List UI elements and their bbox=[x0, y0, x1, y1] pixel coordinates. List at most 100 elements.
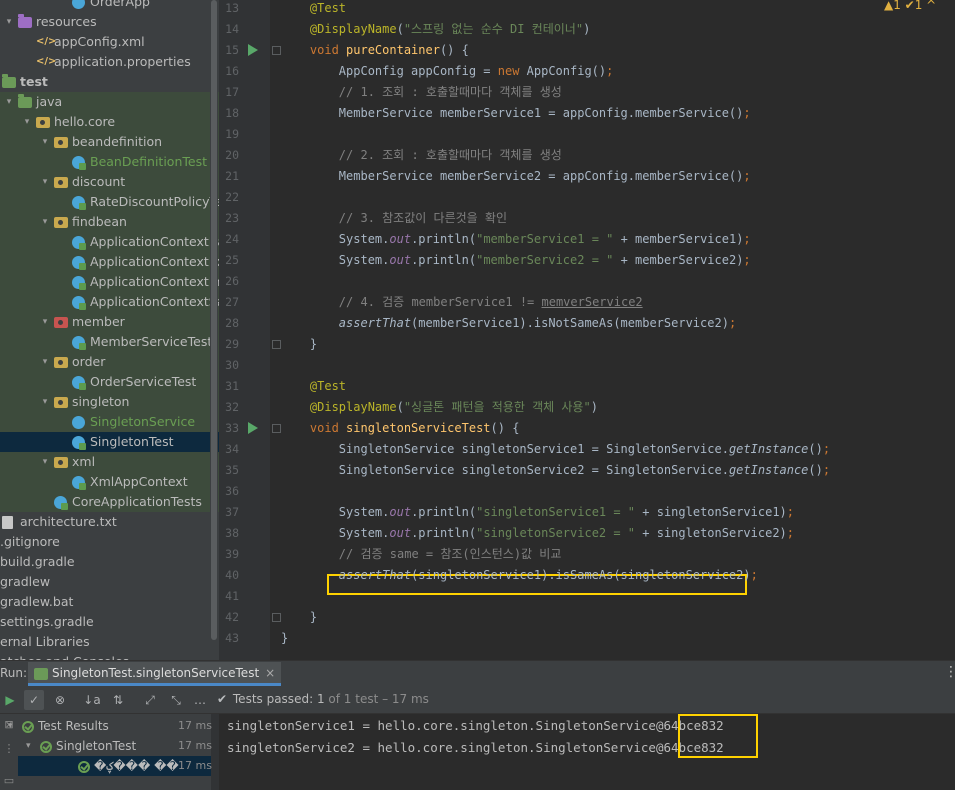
code-line: @Test bbox=[281, 376, 346, 397]
inspection-indicator[interactable]: ▲1 ✔1 ^ bbox=[884, 0, 936, 12]
tree-item[interactable]: SingletonTest bbox=[0, 432, 219, 452]
tree-item[interactable]: ▾ java bbox=[0, 92, 219, 112]
tree-item[interactable]: ▾ findbean bbox=[0, 212, 219, 232]
line-number: 21 bbox=[225, 169, 239, 183]
tree-item[interactable]: OrderApp bbox=[0, 0, 219, 12]
tree-item-label: SingletonService bbox=[90, 414, 196, 429]
tree-item[interactable]: ApplicationContextSame bbox=[0, 292, 219, 312]
panel-divider[interactable] bbox=[211, 714, 219, 790]
tree-item[interactable]: SingletonService bbox=[0, 412, 219, 432]
tree-item-label: gradlew.bat bbox=[0, 594, 74, 609]
more-icon[interactable]: … bbox=[190, 690, 210, 710]
print-icon[interactable]: ▭ bbox=[2, 774, 16, 788]
sort-alphabetically-icon[interactable]: ↓a bbox=[82, 690, 102, 710]
tree-item[interactable]: ernal Libraries bbox=[0, 632, 219, 652]
tree-item[interactable]: settings.gradle bbox=[0, 612, 219, 632]
code-token: // 4. 검증 memberService1 != bbox=[281, 295, 542, 309]
show-passed-icon[interactable]: ✓ bbox=[24, 690, 44, 710]
fold-icon[interactable] bbox=[272, 424, 281, 433]
passed-icon bbox=[40, 740, 52, 753]
test-class-icon bbox=[72, 436, 86, 450]
chevron-down-icon[interactable]: ▾ bbox=[22, 112, 32, 132]
line-number: 34 bbox=[225, 442, 239, 456]
tree-item[interactable]: .gitignore bbox=[0, 532, 219, 552]
rerun-icon[interactable]: ▶ bbox=[0, 690, 20, 710]
tree-item[interactable]: ▾ resources bbox=[0, 12, 219, 32]
tree-item[interactable]: gradlew.bat bbox=[0, 592, 219, 612]
chevron-down-icon[interactable]: ▾ bbox=[40, 352, 50, 372]
tree-item[interactable]: ▾ beandefinition bbox=[0, 132, 219, 152]
code-token: ; bbox=[606, 64, 614, 78]
fold-icon[interactable] bbox=[272, 613, 281, 622]
tree-item[interactable]: ▾ discount bbox=[0, 172, 219, 192]
fold-icon[interactable] bbox=[272, 46, 281, 55]
sort-by-duration-icon[interactable]: ⇅ bbox=[108, 690, 128, 710]
code-token: void bbox=[281, 421, 347, 435]
chevron-down-icon[interactable]: ▾ bbox=[4, 12, 14, 32]
tree-item[interactable]: gradlew bbox=[0, 572, 219, 592]
run-tab[interactable]: SingletonTest.singletonServiceTest × bbox=[28, 662, 282, 686]
code-line: void pureContainer() { bbox=[281, 40, 469, 61]
tree-item[interactable]: ▾ order bbox=[0, 352, 219, 372]
tree-item[interactable]: ApplicationContextInfoT bbox=[0, 272, 219, 292]
tree-item[interactable]: BeanDefinitionTest bbox=[0, 152, 219, 172]
tree-item[interactable]: RateDiscountPolicyTest bbox=[0, 192, 219, 212]
tree-item[interactable]: </> appConfig.xml bbox=[0, 32, 219, 52]
test-class-icon bbox=[54, 496, 68, 510]
test-result-label: Test Results bbox=[38, 719, 109, 733]
code-token: System. bbox=[281, 232, 390, 246]
pin-icon[interactable]: ⋮ bbox=[2, 742, 16, 756]
run-test-icon[interactable] bbox=[248, 422, 258, 434]
more-options-icon[interactable]: ⋮ bbox=[944, 664, 955, 680]
test-result-item[interactable]: Test Results bbox=[22, 716, 109, 736]
tree-item[interactable]: OrderServiceTest bbox=[0, 372, 219, 392]
chevron-down-icon[interactable]: ▾ bbox=[40, 312, 50, 332]
collapse-all-icon[interactable]: ⤡ bbox=[166, 690, 186, 710]
line-number: 37 bbox=[225, 505, 239, 519]
chevron-down-icon[interactable]: ▾ bbox=[40, 392, 50, 412]
show-ignored-icon[interactable]: ⊗ bbox=[50, 690, 70, 710]
chevron-down-icon[interactable]: ▾ bbox=[4, 92, 14, 112]
expand-all-icon[interactable]: ⤢ bbox=[140, 690, 160, 710]
tree-item[interactable]: MemberServiceTest bbox=[0, 332, 219, 352]
test-result-item[interactable]: SingletonTest bbox=[40, 736, 136, 756]
chevron-down-icon[interactable]: ▾ bbox=[8, 716, 13, 736]
close-icon[interactable]: × bbox=[265, 666, 275, 680]
test-duration: 17 ms bbox=[178, 719, 212, 732]
run-tab-title: SingletonTest.singletonServiceTest bbox=[52, 666, 260, 680]
test-result-item[interactable]: �ؼ��� �� bbox=[78, 756, 179, 776]
tree-item[interactable]: ▾ hello.core bbox=[0, 112, 219, 132]
code-line: // 4. 검증 memberService1 != memverService… bbox=[281, 292, 643, 313]
line-number: 29 bbox=[225, 337, 239, 351]
tree-item[interactable]: ▾test bbox=[0, 72, 219, 92]
tree-item[interactable]: atches and Consoles bbox=[0, 652, 219, 660]
line-number: 14 bbox=[225, 22, 239, 36]
code-token: } bbox=[281, 337, 318, 351]
tree-item[interactable]: architecture.txt bbox=[0, 512, 219, 532]
tree-item[interactable]: ApplicationContextExten bbox=[0, 252, 219, 272]
tree-item[interactable]: build.gradle bbox=[0, 552, 219, 572]
chevron-down-icon[interactable]: ▾ bbox=[40, 132, 50, 152]
run-test-icon[interactable] bbox=[248, 44, 258, 56]
code-line: // 2. 조회 : 호출할때마다 객체를 생성 bbox=[281, 145, 562, 166]
code-token: "memberService2 = " bbox=[476, 253, 614, 267]
chevron-down-icon[interactable]: ▾ bbox=[40, 452, 50, 472]
code-token: ; bbox=[743, 232, 751, 246]
chevron-down-icon[interactable]: ▾ bbox=[40, 212, 50, 232]
test-class-icon bbox=[72, 336, 86, 350]
passed-icon bbox=[22, 720, 34, 733]
project-tree-scrollbar[interactable] bbox=[211, 0, 217, 640]
tree-item[interactable]: ▾ singleton bbox=[0, 392, 219, 412]
line-number: 24 bbox=[225, 232, 239, 246]
fold-icon[interactable] bbox=[272, 340, 281, 349]
code-line: assertThat(singletonService1).isSameAs(s… bbox=[281, 565, 758, 586]
package-icon bbox=[54, 137, 68, 148]
chevron-down-icon[interactable]: ▾ bbox=[40, 172, 50, 192]
tree-item[interactable]: ▾ xml bbox=[0, 452, 219, 472]
tree-item[interactable]: ▾ member bbox=[0, 312, 219, 332]
tree-item[interactable]: CoreApplicationTests bbox=[0, 492, 219, 512]
tree-item[interactable]: ApplicationContextBasic bbox=[0, 232, 219, 252]
chevron-down-icon[interactable]: ▾ bbox=[26, 736, 31, 756]
tree-item[interactable]: XmlAppContext bbox=[0, 472, 219, 492]
tree-item[interactable]: </> application.properties bbox=[0, 52, 219, 72]
